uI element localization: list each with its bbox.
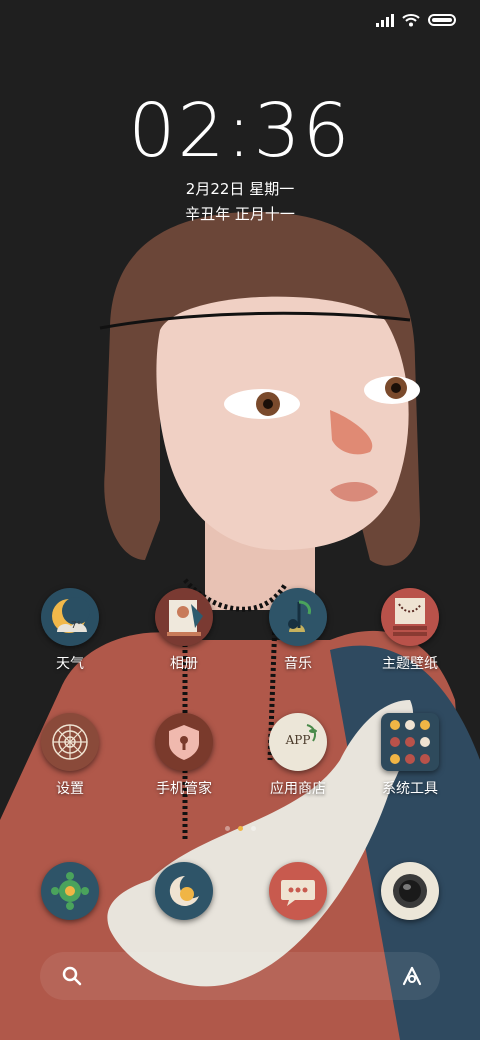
app-settings[interactable]: 设置 <box>22 713 118 798</box>
wifi-icon <box>402 14 420 27</box>
page-dot <box>250 826 256 831</box>
app-label: 相册 <box>170 656 198 672</box>
gallery-icon <box>155 588 213 646</box>
app-label: 系统工具 <box>382 781 438 797</box>
app-music[interactable]: 音乐 <box>250 588 346 673</box>
page-dot-active <box>237 826 243 831</box>
camera-icon <box>381 862 439 920</box>
date-lunar: 辛丑年 正月十一 <box>185 205 295 223</box>
folder-system-tools[interactable]: 系统工具 <box>362 713 458 798</box>
app-store[interactable]: APP 应用商店 <box>250 713 346 798</box>
app-label: 主题壁纸 <box>382 656 438 672</box>
battery-icon <box>428 14 456 26</box>
security-icon <box>155 713 213 771</box>
app-weather[interactable]: 7° 天气 <box>22 588 118 673</box>
messages-icon <box>269 862 327 920</box>
phone-icon <box>41 862 99 920</box>
app-themes[interactable]: 主题壁纸 <box>362 588 458 673</box>
page-indicator <box>0 826 480 831</box>
weather-temp-badge: 7° <box>71 621 82 631</box>
app-store-icon: APP <box>269 713 327 771</box>
app-label: 应用商店 <box>270 781 326 797</box>
browser-icon <box>155 862 213 920</box>
dock-browser[interactable] <box>136 862 232 920</box>
page-dot <box>224 826 230 831</box>
app-gallery[interactable]: 相册 <box>136 588 232 673</box>
app-store-badge-text: APP <box>285 733 311 747</box>
dock-messages[interactable] <box>250 862 346 920</box>
clock-time[interactable]: 02:36 <box>0 88 480 174</box>
date-gregorian[interactable]: 2月22日 星期一 <box>0 178 480 199</box>
assistant-icon[interactable] <box>400 964 424 988</box>
app-label: 天气 <box>56 656 84 672</box>
search-icon[interactable] <box>60 964 84 988</box>
app-label: 手机管家 <box>156 781 212 797</box>
signal-icon <box>376 13 394 27</box>
app-label: 设置 <box>56 781 84 797</box>
app-security[interactable]: 手机管家 <box>136 713 232 798</box>
system-tools-folder-icon <box>381 713 439 771</box>
app-label: 音乐 <box>284 656 312 672</box>
music-icon <box>269 588 327 646</box>
dock-camera[interactable] <box>362 862 458 920</box>
search-bar[interactable] <box>40 952 440 1000</box>
weather-icon <box>41 588 99 646</box>
dock-phone[interactable] <box>22 862 118 920</box>
status-bar <box>376 8 456 32</box>
themes-icon <box>381 588 439 646</box>
settings-icon <box>41 713 99 771</box>
